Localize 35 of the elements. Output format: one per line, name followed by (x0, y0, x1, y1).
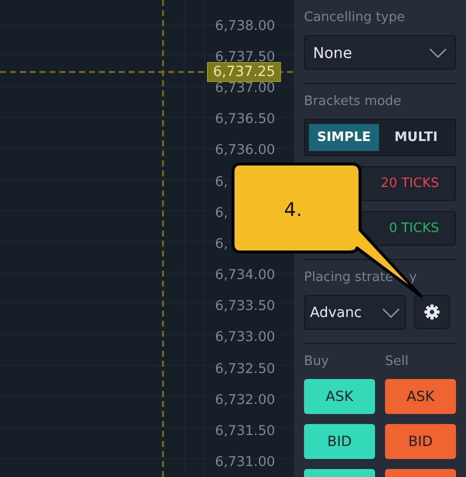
buy-button[interactable]: ASK (304, 379, 375, 414)
chevron-down-icon (382, 308, 400, 318)
price-label: 6,733.50 (215, 298, 276, 314)
price-label: 6,738.00 (215, 18, 276, 34)
sell-label: Sell (385, 354, 410, 369)
section-label-end: y (409, 270, 417, 285)
price-label: 6,731.00 (215, 454, 276, 470)
callout-tooltip-text: 4. (284, 199, 302, 221)
section-label: Placing strate (304, 270, 394, 285)
price-label: 6,732.00 (215, 392, 276, 408)
price-label: 6,736.00 (215, 142, 276, 158)
chevron-down-icon (429, 48, 447, 58)
placing-strategy-dropdown[interactable]: Advanc (304, 295, 406, 330)
mode-option[interactable]: SIMPLE (309, 124, 379, 151)
crosshair-price-tag: 6,737.25 (207, 62, 282, 82)
sell-button[interactable]: BID (385, 424, 456, 459)
section-label: Brackets mode (304, 94, 402, 109)
price-label: 6,732.50 (215, 360, 276, 377)
cancelling-type-dropdown[interactable]: None (304, 35, 456, 70)
price-label: 6, (215, 174, 228, 190)
settings-button[interactable] (414, 295, 450, 329)
price-label: 6,731.50 (215, 423, 276, 440)
section-label: Cancelling type (304, 10, 406, 25)
sell-button[interactable]: ASK (385, 379, 456, 414)
price-label: 6, (215, 204, 228, 221)
price-label: 6,733.00 (215, 329, 276, 346)
price-label: 6, (215, 236, 228, 252)
mode-option[interactable]: MULTI (381, 124, 451, 151)
settings-icon (424, 304, 440, 320)
price-label: 6,737.50 (215, 48, 276, 65)
price-label: 6,734.00 (215, 267, 276, 284)
price-label: 6,736.50 (215, 111, 276, 128)
price-label: 6,737.00 (215, 80, 276, 96)
buy-label: Buy (304, 354, 330, 369)
buy-button[interactable]: BID (304, 424, 375, 459)
